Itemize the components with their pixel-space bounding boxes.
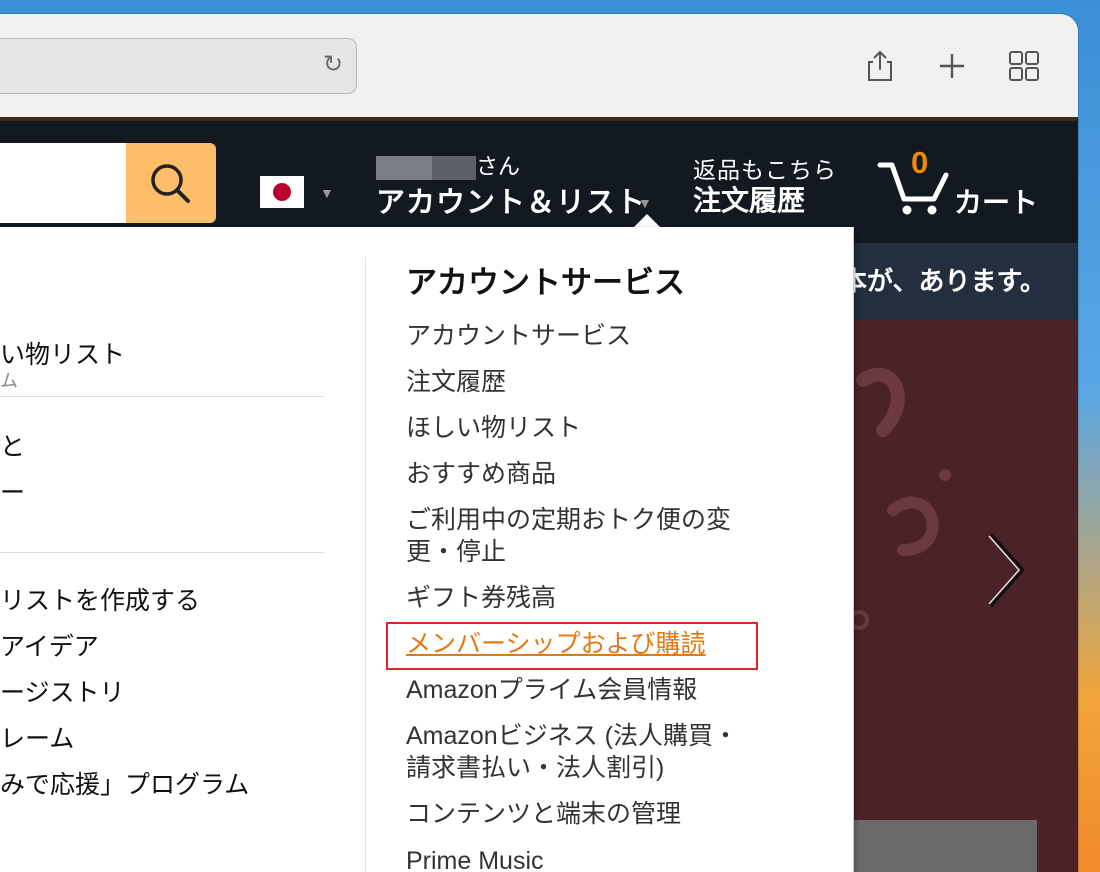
tab-overview-icon[interactable]	[1006, 48, 1042, 84]
banner-text: 本が、あります。	[853, 266, 1046, 296]
promo-banner[interactable]: 本が、あります。	[853, 243, 1078, 320]
account-services-heading: アカウントサービス	[406, 265, 685, 300]
menu-item-content-devices[interactable]: コンテンツと端末の管理	[406, 798, 681, 830]
flyout-pointer	[633, 214, 661, 228]
divider	[0, 396, 324, 397]
browser-toolbar: ↻	[0, 14, 1078, 118]
account-flyout-menu: い物リスト ム と ー リストを作成する アイデア ージストリ レーム みで応援…	[0, 227, 854, 872]
menu-item-account-services[interactable]: アカウントサービス	[406, 320, 631, 352]
list-item[interactable]: い物リスト	[0, 335, 125, 371]
list-item-sub: ム	[0, 371, 18, 391]
list-item[interactable]: アイデア	[0, 627, 99, 663]
account-lists-menu[interactable]: アカウント＆リスト	[376, 179, 646, 221]
address-bar[interactable]: ↻	[0, 38, 357, 94]
share-icon[interactable]	[862, 48, 898, 84]
menu-item-gift-card-balance[interactable]: ギフト券残高	[406, 582, 556, 614]
menu-item-subscribe-save[interactable]: ご利用中の定期おトク便の変	[406, 504, 731, 536]
menu-item-amazon-business[interactable]: Amazonビジネス (法人購買・	[406, 720, 738, 752]
menu-item-prime-music[interactable]: Prime Music	[406, 845, 544, 872]
search-button[interactable]	[126, 143, 216, 223]
menu-item-memberships[interactable]: メンバーシップおよび購読	[406, 628, 706, 660]
cart-count: 0	[911, 145, 929, 180]
cart-link[interactable]: カート	[954, 181, 1038, 221]
list-item[interactable]: リストを作成する	[0, 581, 200, 617]
list-item[interactable]: みで応援」プログラム	[0, 765, 249, 801]
account-greeting[interactable]: さん	[376, 149, 520, 181]
search-icon	[151, 164, 190, 203]
chevron-down-icon: ▼	[320, 185, 334, 201]
list-item[interactable]: ージストリ	[0, 673, 125, 709]
column-divider	[365, 257, 366, 872]
menu-item-orders[interactable]: 注文履歴	[406, 366, 506, 398]
search-input[interactable]	[0, 143, 126, 223]
chevron-right-icon[interactable]	[985, 530, 1025, 610]
redacted-name	[432, 156, 476, 181]
list-item[interactable]: と	[0, 427, 25, 463]
orders-link[interactable]: 注文履歴	[693, 179, 805, 219]
browser-window: ↻ ▼ さん アカウント＆リスト ▼ 返品もこちら 注文履歴 0 カート 本が、…	[0, 14, 1078, 872]
menu-item-recommendations[interactable]: おすすめ商品	[406, 458, 556, 490]
menu-item-amazon-business-cont[interactable]: 請求書払い・法人割引)	[406, 752, 664, 784]
divider	[0, 552, 324, 553]
menu-item-prime-info[interactable]: Amazonプライム会員情報	[406, 674, 697, 706]
content-card[interactable]	[853, 820, 1037, 872]
flag-circle	[273, 183, 291, 201]
amazon-nav-bar: ▼ さん アカウント＆リスト ▼ 返品もこちら 注文履歴 0 カート	[0, 117, 1078, 244]
list-item[interactable]: ー	[0, 473, 25, 509]
menu-item-wishlist[interactable]: ほしい物リスト	[406, 412, 581, 444]
greeting-suffix: さん	[476, 154, 521, 179]
redacted-name	[376, 156, 432, 181]
menu-item-subscribe-save-cont[interactable]: 更・停止	[406, 536, 506, 568]
reload-icon[interactable]: ↻	[320, 52, 346, 78]
chevron-down-icon: ▼	[638, 195, 652, 211]
lists-column: い物リスト ム と ー リストを作成する アイデア ージストリ レーム みで応援…	[0, 227, 330, 872]
plus-icon[interactable]	[934, 48, 970, 84]
language-flag-jp[interactable]	[260, 176, 304, 208]
list-item[interactable]: レーム	[0, 719, 74, 755]
music-note-decoration	[853, 367, 951, 630]
hero-carousel[interactable]	[853, 320, 1078, 872]
